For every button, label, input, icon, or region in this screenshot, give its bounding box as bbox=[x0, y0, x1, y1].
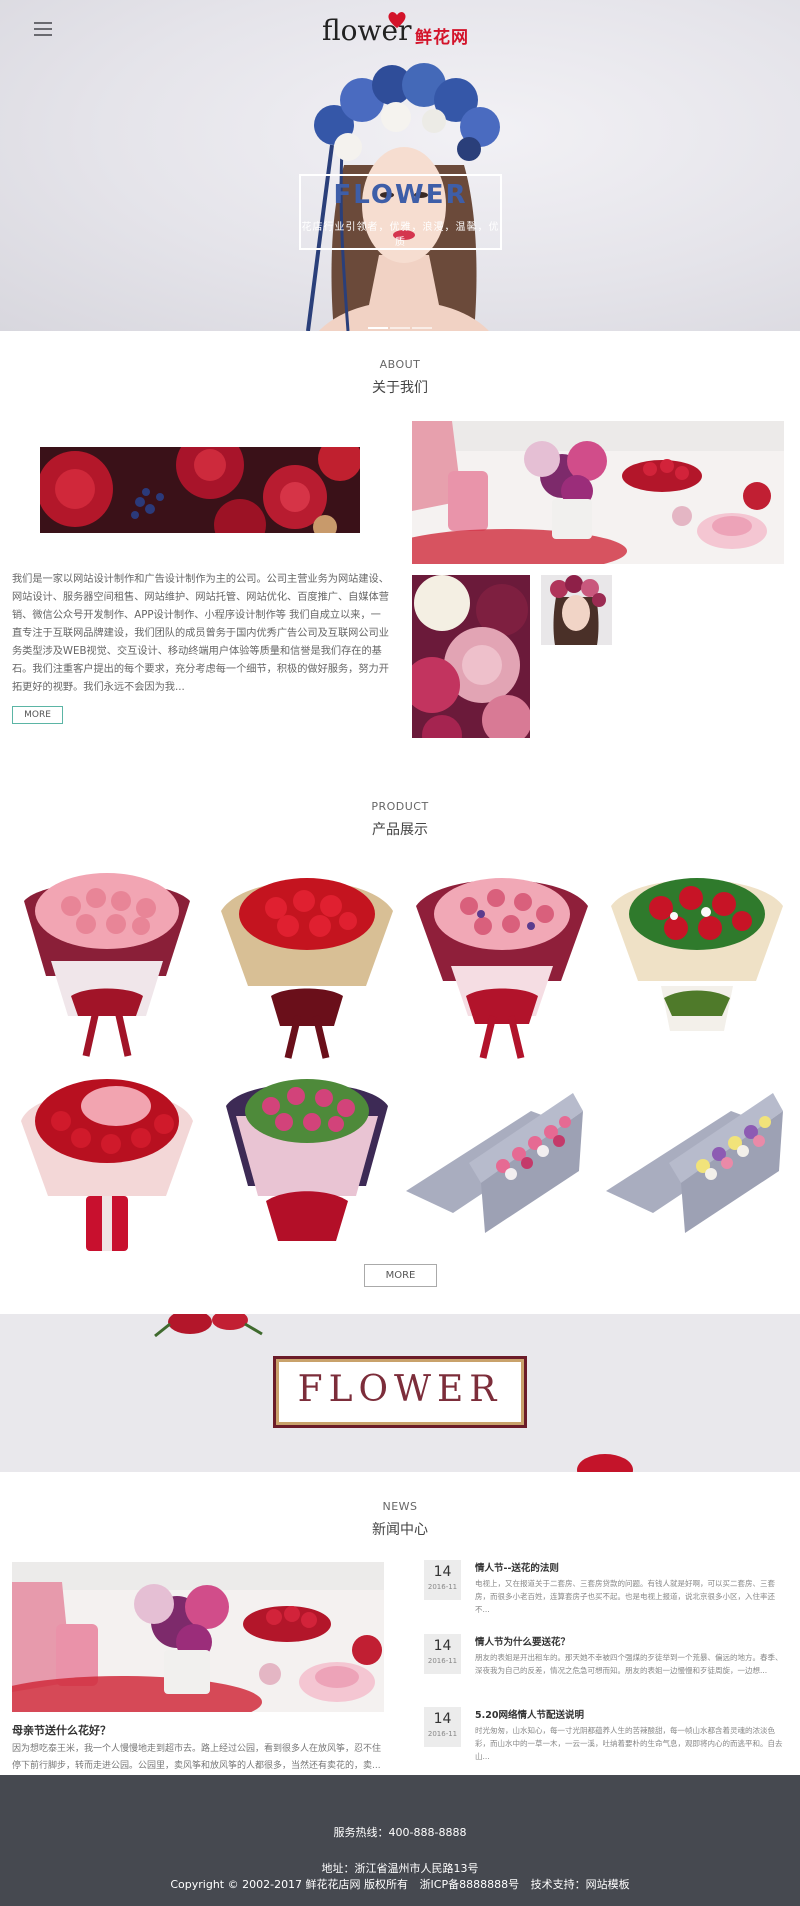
product-item-5[interactable] bbox=[16, 1066, 198, 1262]
about-description: 我们是一家以网站设计制作和广告设计制作为主的公司。公司主营业务为网站建设、网站设… bbox=[12, 574, 389, 693]
flower-word-text: FLOWER bbox=[297, 1369, 503, 1410]
product-item-6[interactable] bbox=[216, 1066, 398, 1262]
news-date-day: 14 bbox=[433, 1638, 452, 1654]
news-date-day: 14 bbox=[433, 1711, 452, 1727]
product-item-8[interactable] bbox=[601, 1071, 783, 1267]
banner-roses-top-icon bbox=[154, 1314, 263, 1338]
news-item-3[interactable]: 14 2016-11 5.20网络情人节配送说明 时光匆匆，山水知心，每一寸光阴… bbox=[424, 1707, 790, 1769]
about-heading-cn: 关于我们 bbox=[372, 380, 428, 396]
footer-icp-link[interactable]: 浙ICP备8888888号 bbox=[420, 1878, 520, 1891]
news-date-box: 14 2016-11 bbox=[424, 1560, 461, 1600]
hero-caption-subtitle: 花店行业引领者，优雅，浪漫，温馨，优质 bbox=[301, 222, 500, 248]
flower-banner: FLOWER bbox=[0, 1314, 800, 1472]
about-more-button[interactable]: MORE bbox=[12, 706, 63, 724]
news-heading-en: NEWS bbox=[382, 1500, 418, 1513]
news-item-1[interactable]: 14 2016-11 情人节--送花的法则 电视上，又在报道关于二套房、三套房贷… bbox=[424, 1560, 790, 1622]
news-item-title[interactable]: 情人节为什么要送花？ bbox=[475, 1634, 570, 1648]
slider-dot-3[interactable] bbox=[412, 327, 432, 329]
product-item-4[interactable] bbox=[606, 866, 788, 1062]
product-item-7[interactable] bbox=[401, 1071, 583, 1267]
news-item-desc: 时光匆匆，山水知心，每一寸光阴都蕴养人生的苦辣酸甜，每一帧山水都含着灵魂的浓淡色… bbox=[475, 1726, 783, 1761]
news-date-box: 14 2016-11 bbox=[424, 1634, 461, 1674]
news-featured-desc: 因为想吃泰王米，我一个人慢慢地走到超市去。路上经过公园，看到很多人在放风筝，忍不… bbox=[12, 1744, 382, 1771]
slider-dot-2[interactable] bbox=[390, 327, 410, 329]
about-peony-image bbox=[412, 575, 530, 738]
heart-icon bbox=[388, 11, 406, 29]
footer: 服务热线：400-888-8888 地址：浙江省温州市人民路13号 Copyri… bbox=[0, 1775, 800, 1906]
site-logo[interactable]: flower 鲜花网 bbox=[322, 11, 486, 52]
product-item-1[interactable] bbox=[16, 866, 198, 1062]
slider-dot-1[interactable] bbox=[368, 327, 388, 329]
hero-slider: flower 鲜花网 FLOWER 花店行业引领者，优雅，浪漫，温馨，优质 bbox=[0, 0, 800, 331]
logo-cn-text: 鲜花网 bbox=[415, 28, 469, 48]
product-heading-en: PRODUCT bbox=[371, 800, 429, 813]
footer-hotline: 服务热线：400-888-8888 bbox=[333, 1826, 467, 1839]
news-item-desc: 电视上，又在报道关于二套房、三套房贷款的问题。有钱人就是好啊，可以买二套房、三套… bbox=[475, 1579, 775, 1614]
news-date-ym: 2016-11 bbox=[427, 1657, 458, 1665]
menu-icon[interactable] bbox=[34, 22, 52, 36]
about-table-flowers-image bbox=[412, 421, 784, 564]
product-item-3[interactable] bbox=[411, 866, 593, 1062]
product-more-button[interactable]: MORE bbox=[364, 1264, 437, 1287]
product-heading: PRODUCT 产品展示 bbox=[0, 800, 800, 839]
news-item-desc: 朋友的表姐是开出租车的。那天她不幸被四个强煤的歹徒举到一个荒暴、偏远的地方。春季… bbox=[475, 1653, 783, 1675]
news-heading-cn: 新闻中心 bbox=[372, 1522, 428, 1538]
hero-caption-title: FLOWER bbox=[333, 180, 468, 210]
footer-address: 地址：浙江省温州市人民路13号 bbox=[321, 1862, 479, 1875]
about-heading: ABOUT 关于我们 bbox=[0, 358, 800, 397]
news-item-title[interactable]: 5.20网络情人节配送说明 bbox=[475, 1707, 584, 1721]
news-date-box: 14 2016-11 bbox=[424, 1707, 461, 1747]
news-featured-image[interactable] bbox=[12, 1562, 384, 1712]
flower-word-frame: FLOWER bbox=[273, 1356, 527, 1428]
news-featured-title[interactable]: 母亲节送什么花好？ bbox=[12, 1722, 111, 1738]
product-heading-cn: 产品展示 bbox=[372, 822, 428, 838]
about-heading-en: ABOUT bbox=[379, 358, 421, 371]
news-heading: NEWS 新闻中心 bbox=[0, 1500, 800, 1539]
slider-pagination bbox=[368, 314, 434, 329]
product-item-2[interactable] bbox=[216, 866, 398, 1062]
news-item-2[interactable]: 14 2016-11 情人节为什么要送花？ 朋友的表姐是开出租车的。那天她不幸被… bbox=[424, 1634, 790, 1696]
about-portrait-image bbox=[541, 575, 612, 645]
about-roses-image bbox=[40, 447, 360, 533]
hero-caption-box: FLOWER 花店行业引领者，优雅，浪漫，温馨，优质 bbox=[299, 174, 502, 250]
news-date-ym: 2016-11 bbox=[427, 1730, 458, 1738]
news-date-day: 14 bbox=[433, 1564, 452, 1580]
news-item-title[interactable]: 情人节--送花的法则 bbox=[475, 1560, 559, 1574]
footer-copyright-line: Copyright © 2002-2017 鲜花花店网 版权所有 浙ICP备88… bbox=[0, 1876, 800, 1892]
banner-rose-bottom-icon bbox=[577, 1454, 633, 1472]
footer-support-link[interactable]: 技术支持：网站模板 bbox=[531, 1878, 630, 1891]
footer-copyright: Copyright © 2002-2017 鲜花花店网 版权所有 bbox=[170, 1878, 409, 1891]
news-date-ym: 2016-11 bbox=[427, 1583, 458, 1591]
